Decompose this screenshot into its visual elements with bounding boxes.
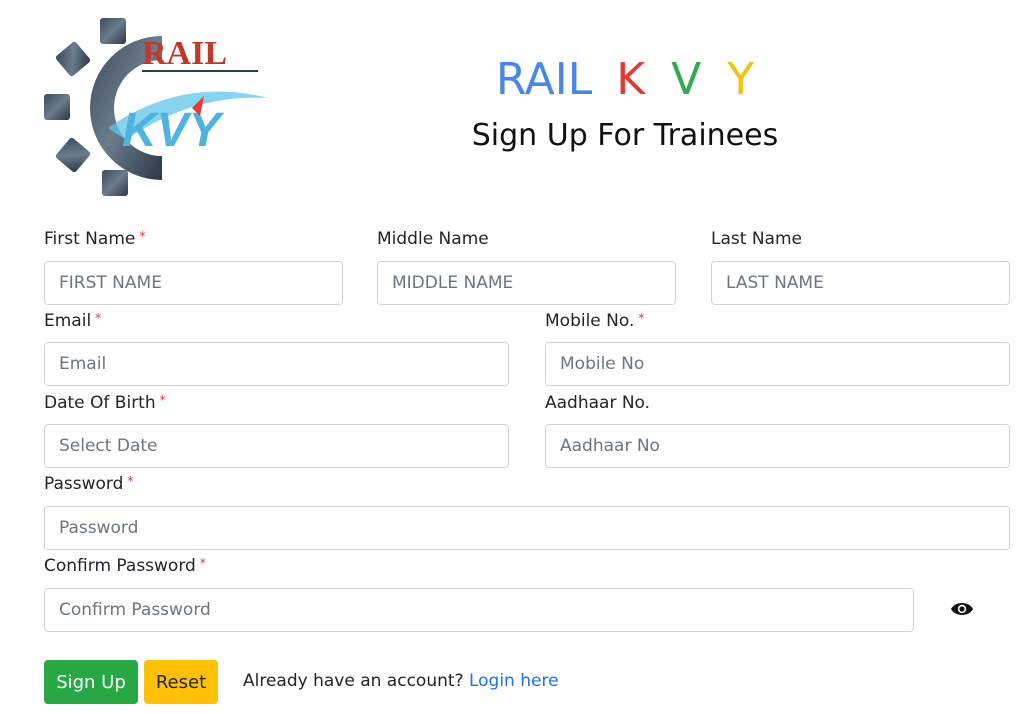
middle-name-label: Middle Name [377, 229, 489, 249]
eye-icon[interactable] [950, 599, 974, 619]
mobile-label: Mobile No. * [545, 311, 645, 331]
required-mark: * [199, 556, 206, 570]
required-mark: * [139, 229, 146, 243]
mobile-input[interactable] [545, 342, 1010, 386]
sign-up-button[interactable]: Sign Up [44, 660, 138, 704]
brand-y: Y [727, 54, 755, 105]
first-name-input[interactable] [44, 261, 343, 305]
required-mark: * [159, 393, 166, 407]
aadhaar-input[interactable] [545, 424, 1010, 468]
dob-label: Date Of Birth * [44, 393, 166, 413]
login-prompt: Already have an account? Login here [243, 670, 559, 692]
email-label: Email * [44, 311, 102, 331]
page-title: Sign Up For Trainees [471, 118, 779, 153]
brand-rail: RAIL [495, 54, 593, 105]
logo-rail-text: RAIL [142, 35, 227, 72]
aadhaar-label: Aadhaar No. [545, 393, 651, 413]
required-mark: * [127, 474, 134, 488]
account-prompt-text: Already have an account? [243, 671, 464, 691]
brand-title: RAIL K V Y [440, 52, 810, 108]
dob-input[interactable] [44, 424, 509, 468]
brand-v: V [671, 54, 702, 105]
required-mark: * [638, 311, 645, 325]
rail-kvy-logo: RAIL KVY [44, 18, 268, 196]
login-link[interactable]: Login here [469, 671, 559, 691]
confirm-password-input[interactable] [44, 588, 914, 632]
confirm-password-label: Confirm Password * [44, 556, 206, 576]
brand-k: K [616, 54, 646, 105]
required-mark: * [95, 311, 102, 325]
password-label: Password * [44, 474, 134, 494]
last-name-input[interactable] [711, 261, 1010, 305]
email-input[interactable] [44, 342, 509, 386]
logo-kvy-text: KVY [122, 104, 225, 157]
middle-name-input[interactable] [377, 261, 676, 305]
reset-button[interactable]: Reset [144, 660, 218, 704]
password-input[interactable] [44, 506, 1010, 550]
first-name-label: First Name * [44, 229, 146, 249]
last-name-label: Last Name [711, 229, 802, 249]
